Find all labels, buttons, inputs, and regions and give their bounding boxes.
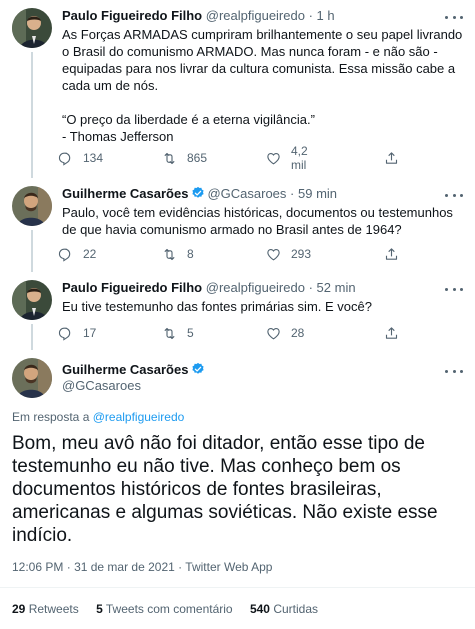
share-button[interactable] <box>384 148 399 168</box>
tweet-source[interactable]: Twitter Web App <box>185 560 272 574</box>
share-button[interactable] <box>384 244 399 264</box>
tweet-2[interactable]: Guilherme Casarões @GCasaroes · 59 min Pa… <box>0 178 475 272</box>
tweet-text: Eu tive testemunho das fontes primárias … <box>62 299 372 314</box>
separator: · <box>66 560 71 574</box>
retweet-icon <box>162 326 177 341</box>
retweets-stat[interactable]: 29 Retweets <box>12 602 79 616</box>
tweet-text-paragraph: As Forças ARMADAS cumpriram brilhantemen… <box>62 27 463 93</box>
author-name[interactable]: Paulo Figueiredo Filho <box>62 8 202 23</box>
author-handle[interactable]: @realpfigueiredo <box>206 280 305 295</box>
retweets-label: Retweets <box>28 602 79 616</box>
like-count: 293 <box>291 247 312 261</box>
retweet-count: 8 <box>187 247 194 261</box>
retweet-icon <box>162 247 177 262</box>
thread-line <box>31 230 33 272</box>
reply-icon <box>58 247 73 262</box>
thread-line <box>31 52 33 178</box>
quotes-label: Tweets com comentário <box>105 602 233 616</box>
reply-handle-link[interactable]: @realpfigueiredo <box>93 410 185 424</box>
separator: · <box>178 560 183 574</box>
main-tweet-author: Guilherme Casarões <box>62 362 207 378</box>
tweet-header: Paulo Figueiredo Filho @realpfigueiredo … <box>62 280 356 296</box>
tweet-text: As Forças ARMADAS cumpriram brilhantemen… <box>62 26 467 145</box>
tweet-quote-author: - Thomas Jefferson <box>62 129 174 144</box>
tweet-header: Guilherme Casarões @GCasaroes · 59 min <box>62 186 337 202</box>
avatar[interactable] <box>12 8 52 48</box>
reply-count: 134 <box>83 151 104 165</box>
reply-icon <box>58 326 73 341</box>
user-avatar-icon <box>12 186 52 226</box>
tweet-timestamp[interactable]: 12:06 PM <box>12 560 63 574</box>
separator: · <box>308 8 313 23</box>
tweet-stats: 29 Retweets 5 Tweets com comentário 540 … <box>12 601 332 617</box>
reply-count: 22 <box>83 247 97 261</box>
user-avatar-icon <box>12 280 52 320</box>
more-options-icon[interactable] <box>445 190 463 200</box>
reply-button[interactable]: 134 <box>58 148 103 168</box>
verified-badge-icon <box>191 362 205 376</box>
tweet-date[interactable]: 31 de mar de 2021 <box>74 560 175 574</box>
more-options-icon[interactable] <box>445 284 463 294</box>
quotes-count: 5 <box>96 602 103 616</box>
author-handle[interactable]: @GCasaroes <box>62 378 141 394</box>
reply-prefix: Em resposta a <box>12 410 90 424</box>
like-button[interactable]: 28 <box>266 323 304 343</box>
main-tweet-text: Bom, meu avô não foi ditador, então esse… <box>12 433 438 546</box>
more-options-icon[interactable] <box>445 366 463 376</box>
more-options-icon[interactable] <box>445 12 463 22</box>
tweet-time[interactable]: 1 h <box>317 8 335 23</box>
retweet-button[interactable]: 5 <box>162 323 194 343</box>
reply-context: Em resposta a @realpfigueiredo <box>12 409 184 425</box>
tweet-3[interactable]: Paulo Figueiredo Filho @realpfigueiredo … <box>0 272 475 350</box>
share-icon <box>384 151 399 166</box>
retweet-count: 865 <box>187 151 208 165</box>
retweet-count: 5 <box>187 326 194 340</box>
tweet-header: Paulo Figueiredo Filho @realpfigueiredo … <box>62 8 335 24</box>
tweet-metadata: 12:06 PM · 31 de mar de 2021 · Twitter W… <box>12 559 272 575</box>
retweet-button[interactable]: 8 <box>162 244 194 264</box>
avatar[interactable] <box>12 280 52 320</box>
tweet-1[interactable]: Paulo Figueiredo Filho @realpfigueiredo … <box>0 0 475 178</box>
like-icon <box>266 326 281 341</box>
retweet-button[interactable]: 865 <box>162 148 207 168</box>
retweets-count: 29 <box>12 602 26 616</box>
tweet-quote: “O preço da liberdade é a eterna vigilân… <box>62 112 315 127</box>
author-name[interactable]: Guilherme Casarões <box>62 362 188 377</box>
tweet-time[interactable]: 59 min <box>298 186 337 201</box>
reply-button[interactable]: 17 <box>58 323 96 343</box>
avatar[interactable] <box>12 186 52 226</box>
tweet-time[interactable]: 52 min <box>317 280 356 295</box>
like-icon <box>266 247 281 262</box>
author-name[interactable]: Paulo Figueiredo Filho <box>62 280 202 295</box>
user-avatar-icon <box>12 358 52 398</box>
thread-line <box>31 324 33 350</box>
main-tweet-avatar[interactable] <box>12 358 52 398</box>
share-icon <box>384 247 399 262</box>
likes-label: Curtidas <box>273 602 319 616</box>
share-icon <box>384 326 399 341</box>
like-button[interactable]: 293 <box>266 244 311 264</box>
divider <box>0 587 475 588</box>
retweet-icon <box>162 151 177 166</box>
quote-tweets-stat[interactable]: 5 Tweets com comentário <box>96 602 233 616</box>
author-handle[interactable]: @GCasaroes <box>207 186 286 201</box>
tweet-text: Paulo, você tem evidências históricas, d… <box>62 205 453 237</box>
like-icon <box>266 151 281 166</box>
reply-icon <box>58 151 73 166</box>
likes-stat[interactable]: 540 Curtidas <box>250 602 318 616</box>
reply-count: 17 <box>83 326 97 340</box>
author-name[interactable]: Guilherme Casarões <box>62 186 188 201</box>
like-count: 4,2 mil <box>291 144 308 172</box>
separator: · <box>308 280 313 295</box>
likes-count: 540 <box>249 602 270 616</box>
separator: · <box>290 186 295 201</box>
author-handle[interactable]: @realpfigueiredo <box>206 8 305 23</box>
reply-button[interactable]: 22 <box>58 244 96 264</box>
like-count: 28 <box>291 326 305 340</box>
like-button[interactable]: 4,2 mil <box>266 144 308 172</box>
share-button[interactable] <box>384 323 399 343</box>
user-avatar-icon <box>12 8 52 48</box>
verified-badge-icon <box>191 186 205 200</box>
